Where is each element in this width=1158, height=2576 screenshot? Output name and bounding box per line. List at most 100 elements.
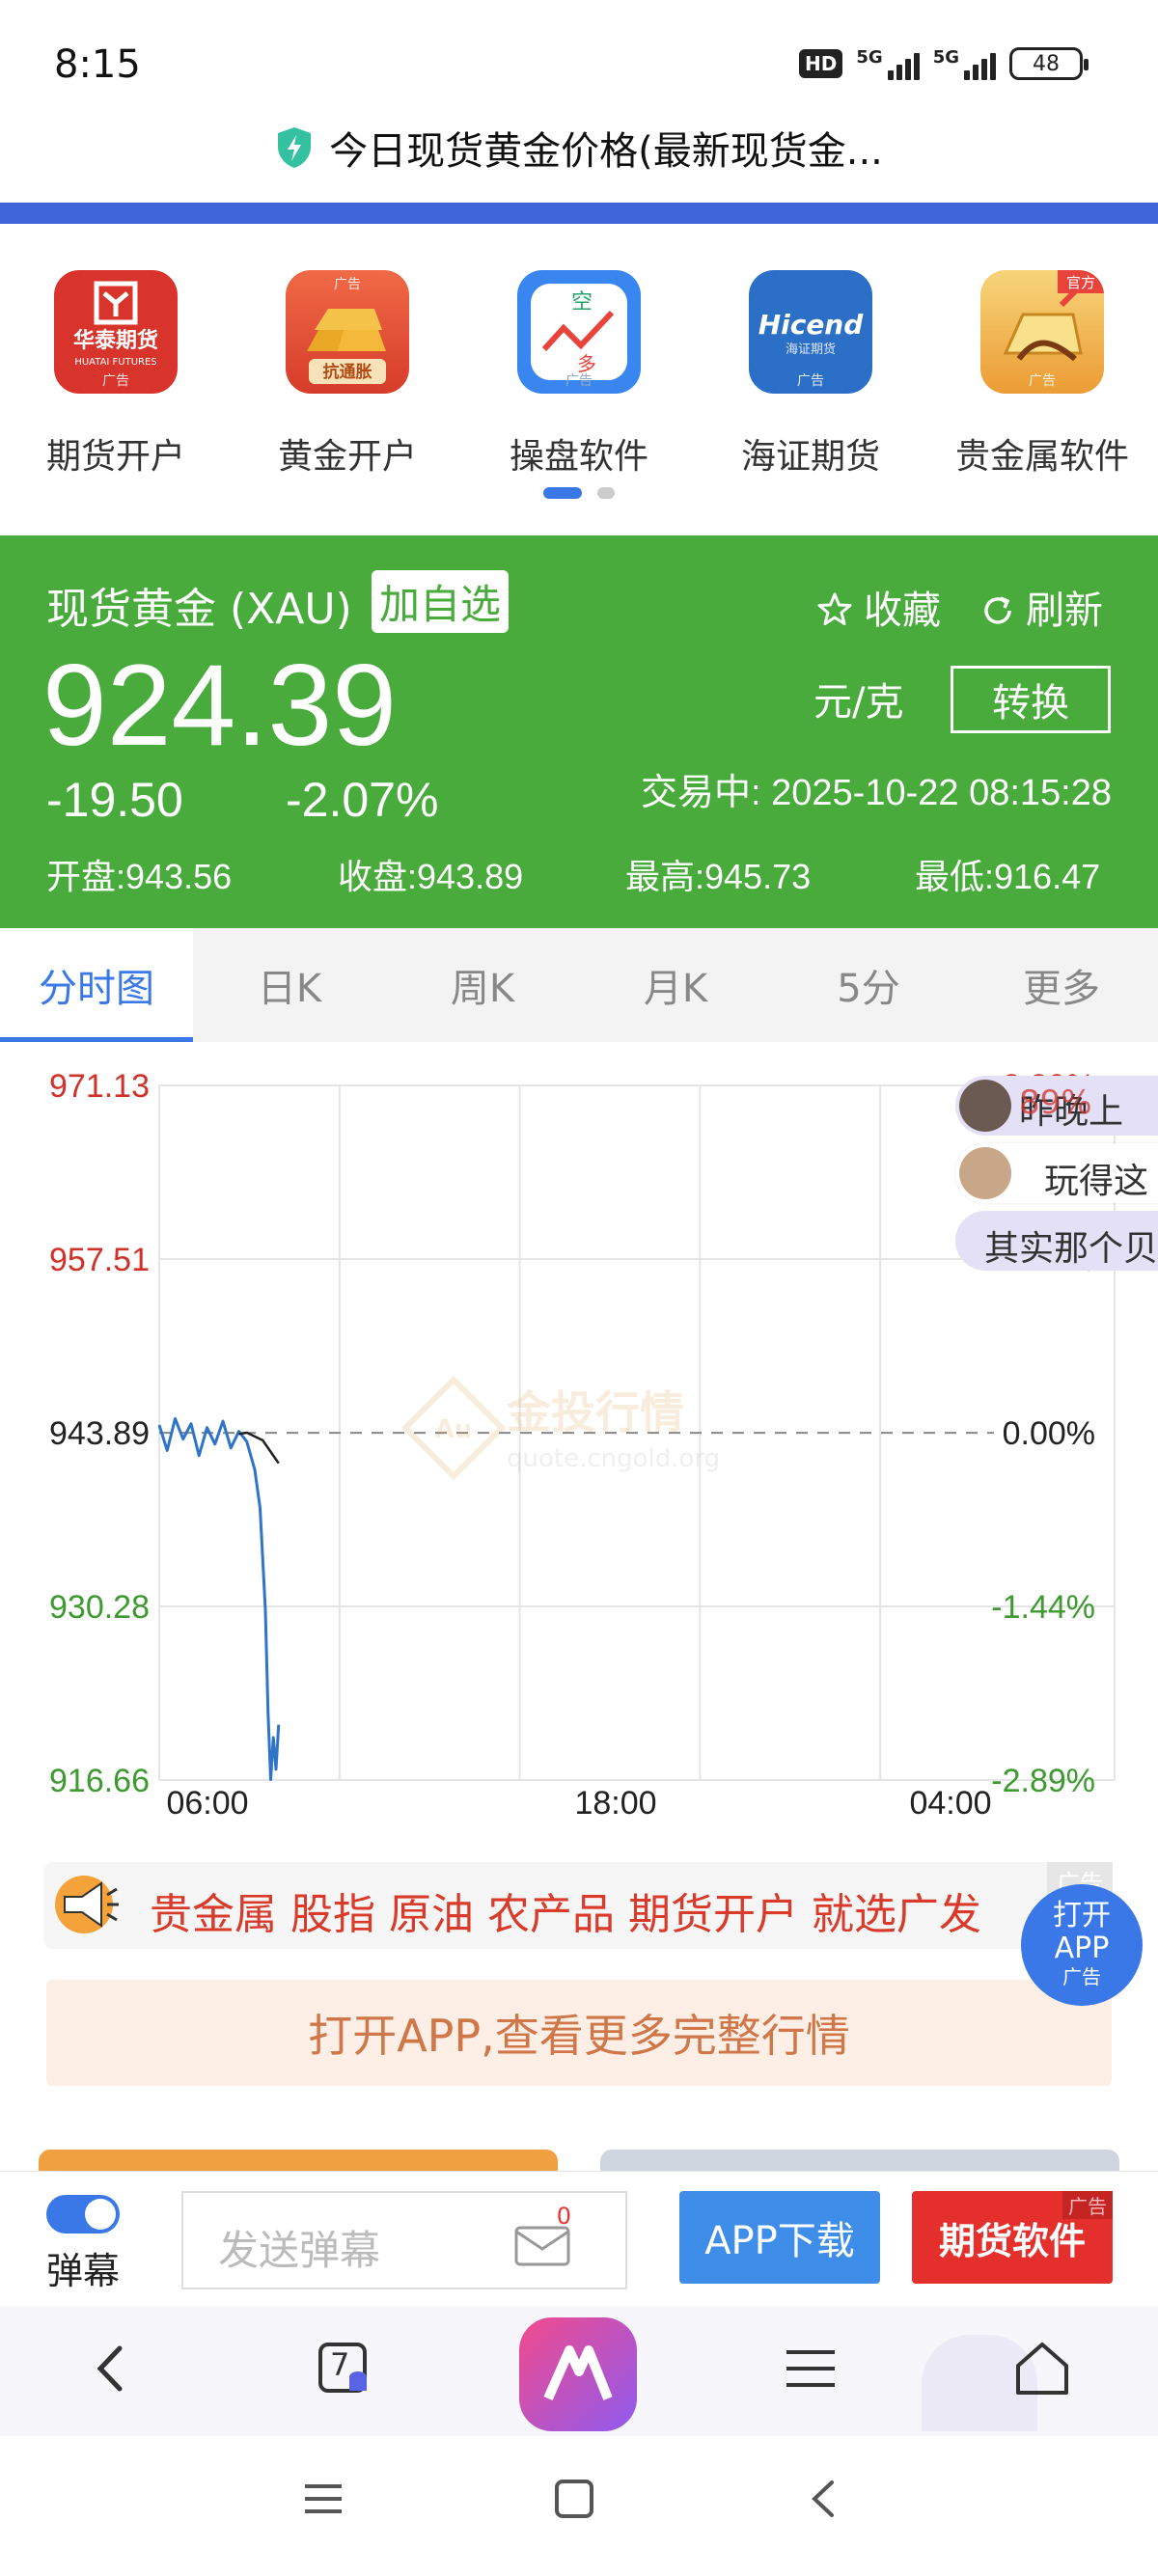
status-time: 8:15 xyxy=(54,42,141,87)
y-tick-label-right: 0.00% xyxy=(1003,1415,1095,1452)
network-label-2: 5G xyxy=(932,47,959,68)
tab-intraday[interactable]: 分时图 xyxy=(0,928,193,1042)
tab-daily-k[interactable]: 日K xyxy=(193,928,386,1042)
prev-close-price: 收盘:943.89 xyxy=(338,857,524,896)
battery-icon: 48 xyxy=(1009,47,1089,80)
tab-5min[interactable]: 5分 xyxy=(772,928,965,1042)
app-icon-text: 官方 xyxy=(1066,274,1095,291)
futures-software-button[interactable]: 期货软件 广告 xyxy=(912,2191,1113,2284)
danmaku-bar: 弹幕 发送弹幕 0 APP下载 期货软件 广告 xyxy=(0,2171,1158,2306)
app-shortcut-gold-account[interactable]: 抗通胀 广告 黄金开户 xyxy=(241,270,454,479)
y-tick-label-left: 971.13 xyxy=(49,1068,150,1105)
hd-badge: HD xyxy=(799,49,843,78)
watermark-text: 金投行情 xyxy=(506,1386,684,1439)
message-count: 0 xyxy=(556,2203,571,2230)
current-price: 924.39 xyxy=(42,641,398,770)
carousel-dot[interactable] xyxy=(597,487,615,499)
floating-open-app-button[interactable]: 打开 APP 广告 xyxy=(1021,1884,1143,2006)
network-label-1: 5G xyxy=(856,47,883,68)
price-unit: 元/克 xyxy=(813,680,904,725)
tabs-button[interactable]: 7 xyxy=(311,2335,378,2402)
system-nav-bar xyxy=(0,2436,1158,2576)
open-app-button[interactable]: 打开APP,查看更多完整行情 xyxy=(46,1980,1112,2086)
chart-series xyxy=(157,1416,281,1781)
app-icon-text: Hicend xyxy=(758,309,865,341)
app-shortcut-trading-software[interactable]: 空 多 广告 操盘软件 xyxy=(473,270,685,479)
status-bar: 8:15 HD 5G 5G 48 xyxy=(0,0,1158,106)
page-title: 今日现货黄金价格(最新现货金... xyxy=(329,129,883,174)
y-tick-label-left: 930.28 xyxy=(49,1589,150,1626)
ad-tag: 广告 xyxy=(1062,2191,1113,2219)
home-icon[interactable] xyxy=(1008,2335,1076,2402)
recents-icon[interactable] xyxy=(299,2475,347,2523)
shield-icon xyxy=(278,127,312,168)
app-shortcut-label: 期货开户 xyxy=(45,437,185,477)
danmaku-toggle[interactable] xyxy=(46,2195,120,2233)
tab-monthly-k[interactable]: 月K xyxy=(579,928,772,1042)
refresh-icon xyxy=(984,596,1011,624)
app-icon-subtext: HUATAI FUTURES xyxy=(74,357,156,368)
app-shortcut-hicend[interactable]: Hicend 海证期货 广告 海证期货 xyxy=(704,270,917,479)
float-line1: 打开 xyxy=(1053,1899,1111,1932)
y-tick-label-left: 957.51 xyxy=(49,1242,150,1278)
danmaku-bubble[interactable]: 其实那个贝 xyxy=(955,1211,1158,1271)
header-accent-bar xyxy=(0,203,1158,224)
low-price: 最低:916.47 xyxy=(915,857,1101,896)
y-tick-label-right: -1.44% xyxy=(991,1589,1095,1626)
favorite-label: 收藏 xyxy=(864,589,941,633)
price-line xyxy=(157,1416,281,1781)
ai-assistant-button[interactable] xyxy=(519,2317,637,2431)
open-price: 开盘:943.56 xyxy=(46,857,233,896)
precious-metal-icon: 官方 广告 xyxy=(980,270,1104,394)
back-icon[interactable] xyxy=(79,2335,147,2402)
ad-tag: 广告 xyxy=(1029,373,1056,389)
danmaku-input[interactable]: 发送弹幕 0 xyxy=(181,2191,627,2289)
danmaku-text: 其实那个贝 xyxy=(984,1229,1158,1269)
ad-banner[interactable]: 贵金属 股指 原油 农产品 期货开户 就选广发 广告 xyxy=(43,1862,1113,1949)
menu-icon[interactable] xyxy=(777,2335,844,2402)
app-shortcut-row: 华泰期货 HUATAI FUTURES 广告 期货开户 抗通胀 广告 黄金开户 xyxy=(0,270,1158,492)
ad-tag: 广告 xyxy=(334,277,361,292)
danmaku-placeholder: 发送弹幕 xyxy=(218,2227,381,2274)
ai-logo-icon xyxy=(543,2345,613,2401)
danmaku-bubble[interactable]: 玩得这 xyxy=(955,1143,1158,1203)
content-card-peek[interactable] xyxy=(39,2150,558,2173)
y-tick-label-left: 943.89 xyxy=(49,1415,150,1452)
high-price: 最高:945.73 xyxy=(625,857,812,896)
content-card-peek[interactable] xyxy=(600,2150,1119,2173)
quote-panel: 现货黄金 (XAU) 加自选 924.39 -19.50 -2.07% 收藏 刷… xyxy=(0,535,1158,928)
system-back-icon[interactable] xyxy=(801,2475,849,2523)
app-shortcut-label: 黄金开户 xyxy=(277,437,417,477)
tab-more[interactable]: 更多 xyxy=(965,928,1158,1042)
app-shortcut-futures-account[interactable]: 华泰期货 HUATAI FUTURES 广告 期货开户 xyxy=(10,270,222,479)
tab-count: 7 xyxy=(330,2346,350,2383)
float-ad-tag: 广告 xyxy=(1062,1965,1101,1988)
chart-watermark: Au 金投行情 quote.cngold.org xyxy=(400,1375,720,1481)
y-tick-label-left: 916.66 xyxy=(49,1763,150,1799)
danmaku-bubble[interactable]: 昨晚上 89% xyxy=(955,1076,1158,1136)
instrument-name: 现货黄金 (XAU) xyxy=(46,585,352,634)
refresh-button[interactable]: 刷新 xyxy=(979,579,1103,635)
favorite-button[interactable]: 收藏 xyxy=(815,579,941,635)
app-shortcut-precious-metal[interactable]: 官方 广告 贵金属软件 xyxy=(936,270,1148,479)
avatar xyxy=(959,1080,1011,1132)
add-watchlist-button[interactable]: 加自选 xyxy=(372,570,510,633)
convert-button[interactable]: 转换 xyxy=(951,666,1111,733)
megaphone-icon xyxy=(55,1876,119,1933)
overlay-percent: 89% xyxy=(1019,1083,1092,1122)
ad-banner-text: 贵金属 股指 原油 农产品 期货开户 就选广发 xyxy=(150,1890,981,1939)
intraday-chart[interactable]: Au 金投行情 quote.cngold.org 971.132.89%957.… xyxy=(0,1042,1158,1852)
carousel-dot-active xyxy=(543,487,582,499)
price-change-percent: -2.07% xyxy=(286,773,439,827)
app-icon-subtext: 海证期货 xyxy=(786,342,836,357)
danmaku-toggle-label: 弹幕 xyxy=(46,2250,121,2292)
app-download-button[interactable]: APP下载 xyxy=(679,2191,880,2284)
chart-tabs: 分时图 日K 周K 月K 5分 更多 xyxy=(0,928,1158,1042)
tab-weekly-k[interactable]: 周K xyxy=(386,928,579,1042)
page-title-bar[interactable]: 今日现货黄金价格(最新现货金... xyxy=(0,114,1158,181)
trading-chart-icon: 空 多 广告 xyxy=(517,270,641,394)
float-line2: APP xyxy=(1054,1932,1110,1965)
signal-icon-1: 5G xyxy=(856,47,920,80)
home-button-icon[interactable] xyxy=(550,2475,598,2523)
x-tick-label: 06:00 xyxy=(166,1785,248,1822)
